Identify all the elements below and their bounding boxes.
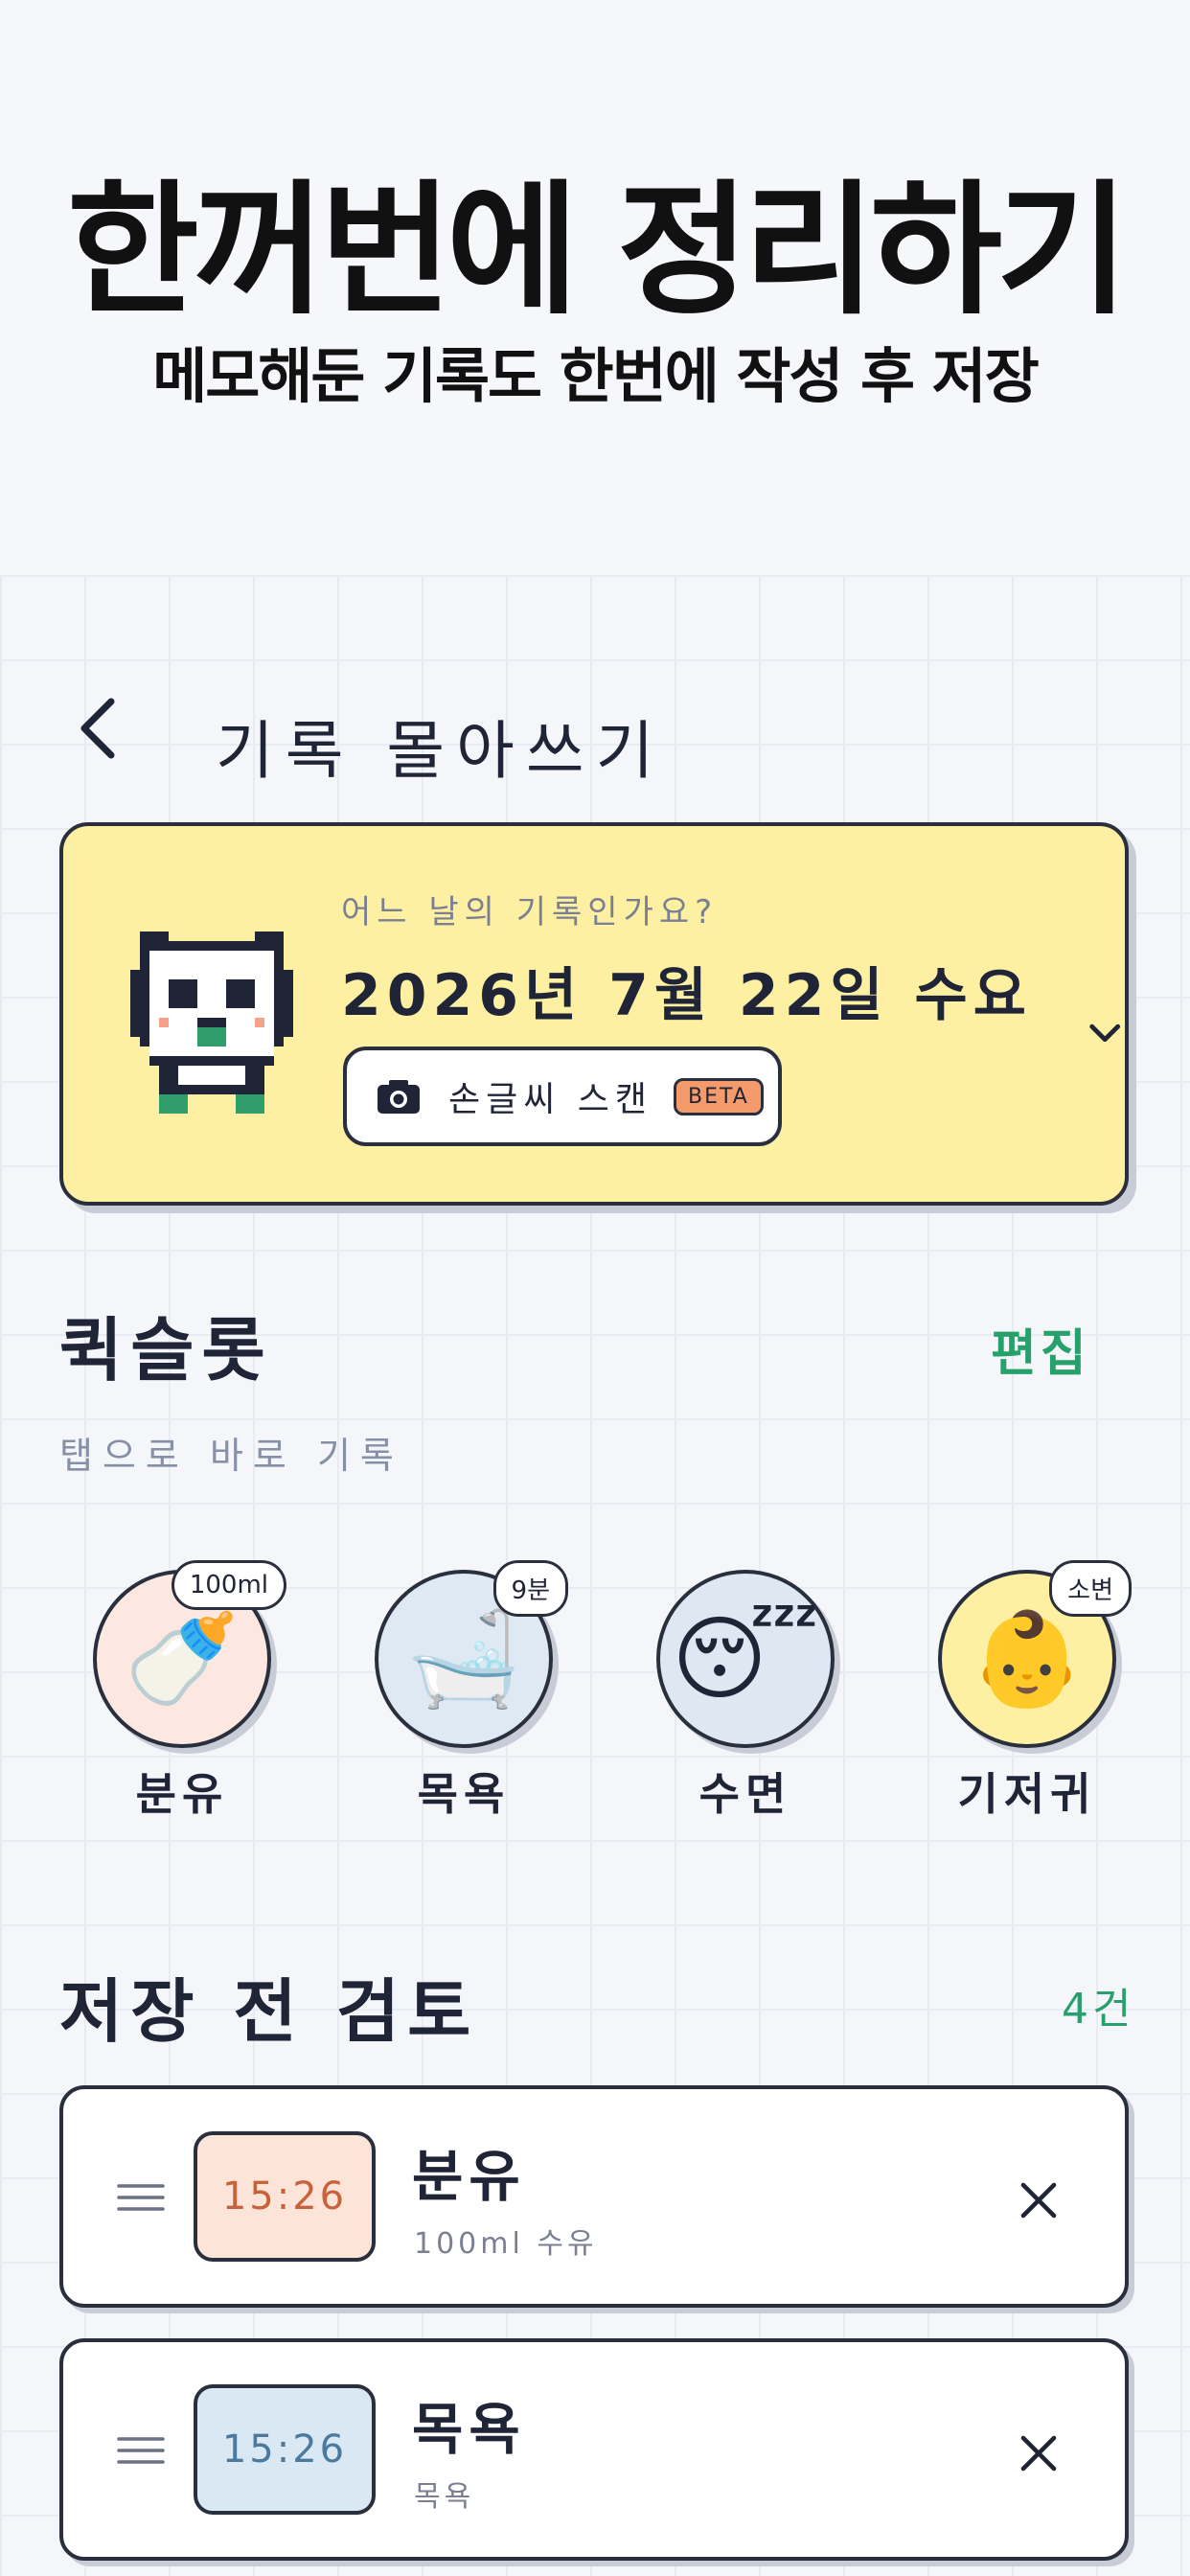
slot-label: 분유: [135, 1768, 229, 1820]
date-question: 어느 날의 기록인가요?: [341, 893, 719, 932]
chevron-left-icon[interactable]: [59, 690, 136, 767]
date-card: 어느 날의 기록인가요? 2026년 7월 22일 수요일 손글씨 스캔 BET…: [59, 822, 1129, 1206]
chevron-down-icon[interactable]: [1085, 1011, 1125, 1053]
scan-label: 손글씨 스캔: [448, 1080, 653, 1119]
drag-handle-icon[interactable]: [117, 2181, 165, 2214]
promo-subtitle: 메모해둔 기록도 한번에 작성 후 저장: [152, 341, 1040, 411]
slot-badge: 소변: [1049, 1560, 1132, 1617]
sleeping-face-icon[interactable]: 😴: [656, 1570, 835, 1748]
quick-slot-sleep[interactable]: 😴 수면: [654, 1570, 836, 1823]
close-icon[interactable]: [1018, 2179, 1060, 2221]
camera-icon: [378, 1080, 420, 1114]
page-title: 기록 몰아쓰기: [216, 714, 666, 788]
quick-slot-bath[interactable]: 🛁 9분 목욕: [373, 1560, 568, 1823]
time-chip[interactable]: 15:26: [194, 2131, 376, 2262]
item-description: 100ml 수유: [414, 2227, 598, 2261]
slot-label: 목욕: [417, 1768, 511, 1820]
item-title: 목욕: [412, 2397, 526, 2462]
edit-button[interactable]: 편집: [991, 1313, 1090, 1385]
slot-label: 기저귀: [957, 1768, 1097, 1820]
app-screen: 기록 몰아쓰기 어느 날의 기록인가요? 2026년 7월 22일 수요 손글씨…: [0, 575, 1190, 2576]
drag-handle-icon[interactable]: [117, 2434, 165, 2467]
review-item[interactable]: 15:26 목욕 목욕: [59, 2338, 1129, 2561]
header: 기록 몰아쓰기: [0, 671, 1190, 788]
review-item[interactable]: 15:26 분유 100ml 수유: [59, 2085, 1129, 2308]
slot-badge: 100ml: [171, 1560, 286, 1610]
handwriting-scan-button[interactable]: 손글씨 스캔 BETA: [343, 1046, 782, 1146]
time-chip[interactable]: 15:26: [194, 2384, 376, 2515]
item-title: 분유: [412, 2144, 526, 2209]
quick-slot-subtitle: 탭으로 바로 기록: [59, 1435, 403, 1477]
slot-badge: 9분: [492, 1560, 568, 1617]
promo-title: 한꺼번에 정리하기: [66, 168, 1129, 334]
quick-slot-title: 퀵슬롯: [59, 1310, 273, 1391]
beta-badge: BETA: [674, 1077, 764, 1116]
panda-mascot-icon: [130, 932, 293, 1114]
review-count: 4건: [1062, 1985, 1135, 2034]
slot-label: 수면: [698, 1768, 792, 1820]
promo-banner: 한꺼번에 정리하기 메모해둔 기록도 한번에 작성 후 저장: [0, 0, 1190, 575]
close-icon[interactable]: [1018, 2432, 1060, 2474]
review-title: 저장 전 검토: [59, 1971, 479, 2052]
item-description: 목욕: [414, 2480, 475, 2514]
quick-slot-diaper[interactable]: 👶 소변 기저귀: [936, 1560, 1132, 1823]
quick-slot-formula[interactable]: 🍼 100ml 분유: [91, 1560, 286, 1823]
